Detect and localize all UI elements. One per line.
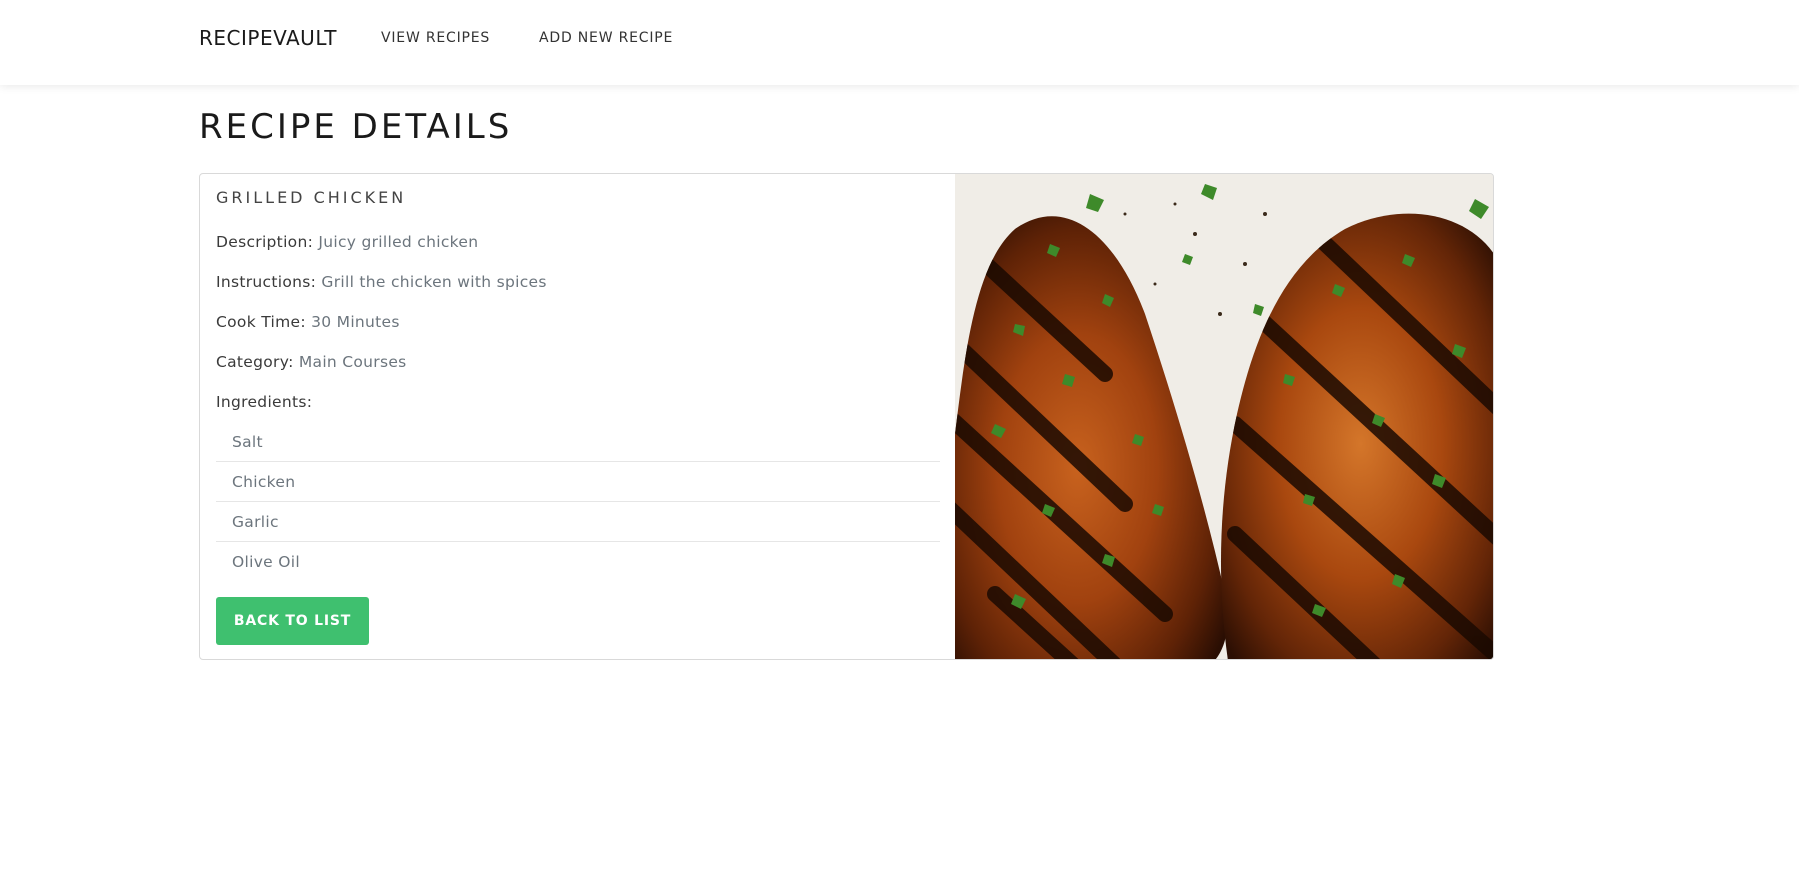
instructions-value: Grill the chicken with spices [321, 273, 547, 291]
category-label: Category: [216, 353, 294, 371]
recipe-card-body: GRILLED CHICKEN Description: Juicy grill… [216, 188, 940, 645]
instructions-label: Instructions: [216, 273, 317, 291]
top-navbar: RECIPEVAULT VIEW RECIPES ADD NEW RECIPE [0, 0, 1799, 85]
category-value: Main Courses [298, 353, 407, 371]
ingredients-label: Ingredients: [216, 393, 313, 411]
back-to-list-button[interactable]: BACK TO LIST [216, 597, 369, 645]
recipe-instructions: Instructions: Grill the chicken with spi… [216, 272, 547, 292]
description-value: Juicy grilled chicken [318, 233, 479, 251]
ingredients-heading: Ingredients: [216, 392, 312, 412]
ingredients-list: Salt Chicken Garlic Olive Oil [216, 422, 940, 582]
nav-view-recipes[interactable]: VIEW RECIPES [381, 30, 490, 46]
description-label: Description: [216, 233, 314, 251]
cook-time-value: 30 Minutes [311, 313, 400, 331]
ingredient-item: Olive Oil [232, 553, 300, 571]
recipe-image [955, 174, 1493, 659]
page-title: RECIPE DETAILS [199, 107, 513, 147]
ingredient-item: Salt [216, 422, 940, 462]
recipe-card: GRILLED CHICKEN Description: Juicy grill… [199, 173, 1494, 660]
cook-time-label: Cook Time: [216, 313, 306, 331]
ingredient-item: Garlic [216, 502, 940, 542]
nav-add-new-recipe[interactable]: ADD NEW RECIPE [539, 30, 673, 46]
recipe-description: Description: Juicy grilled chicken [216, 232, 478, 252]
recipe-cook-time: Cook Time: 30 Minutes [216, 312, 400, 332]
ingredient-item: Chicken [216, 462, 940, 502]
recipe-category: Category: Main Courses [216, 352, 407, 372]
brand-logo-link[interactable]: RECIPEVAULT [199, 26, 337, 50]
recipe-name: GRILLED CHICKEN [216, 188, 407, 207]
